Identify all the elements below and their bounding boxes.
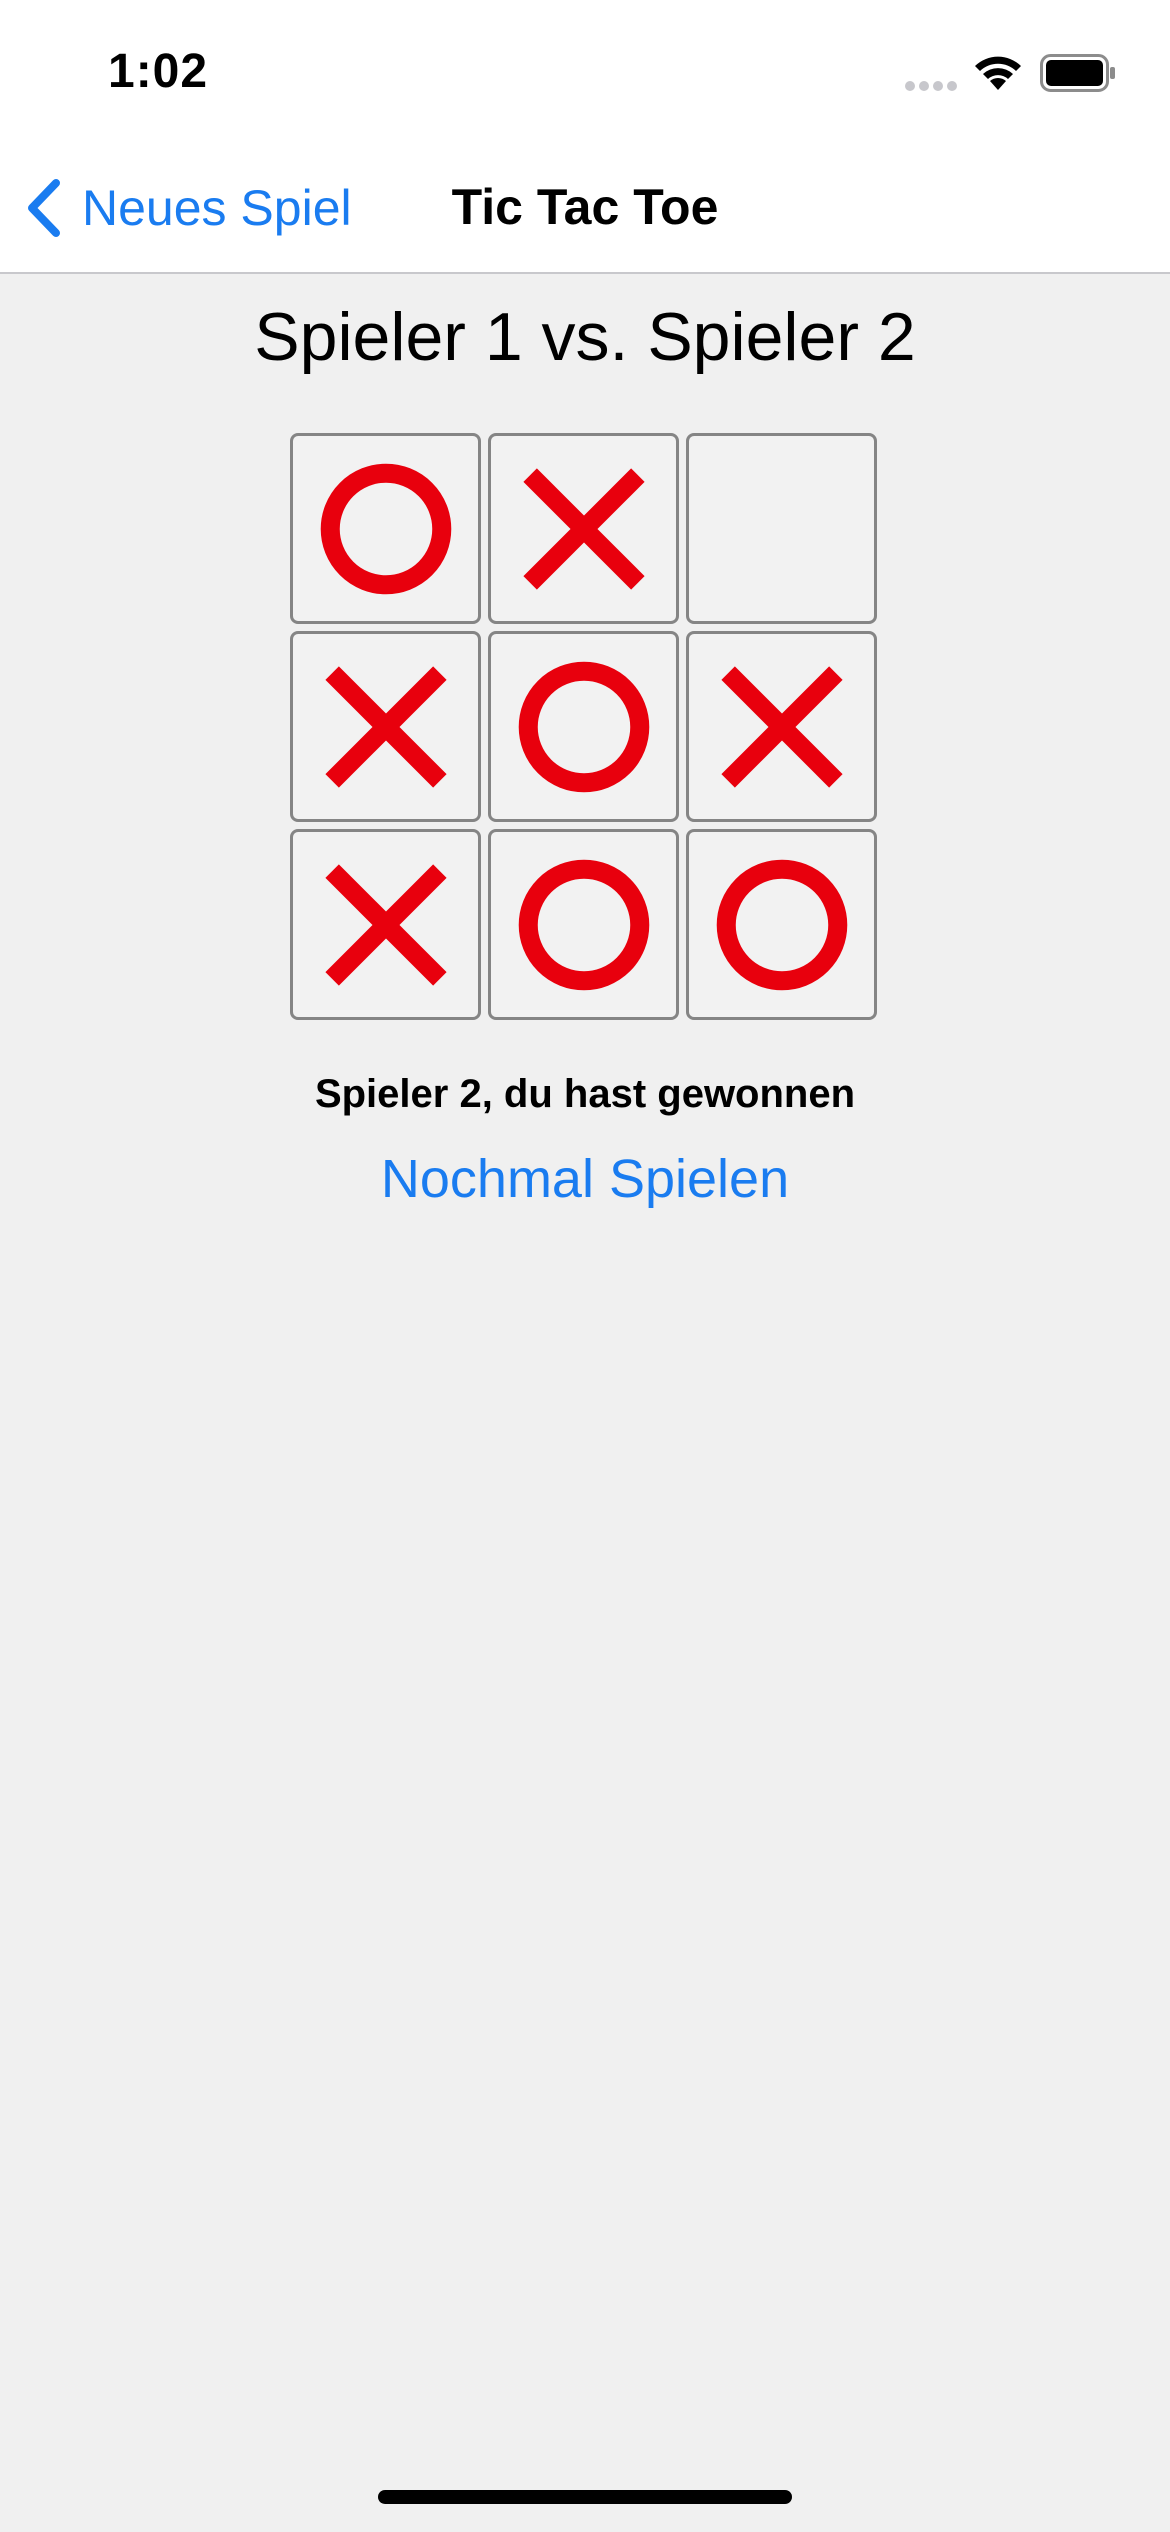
- battery-icon: [1040, 54, 1115, 92]
- x-mark-icon: [720, 665, 843, 788]
- result-message: Spieler 2, du hast gewonnen: [314, 1072, 856, 1116]
- status-bar: 1:02: [0, 0, 1170, 140]
- o-mark-icon: [518, 661, 649, 792]
- matchup-title: Spieler 1 vs. Spieler 2: [254, 299, 916, 375]
- board-cell[interactable]: [686, 829, 877, 1020]
- o-mark-icon: [320, 463, 451, 594]
- board-cell[interactable]: [686, 433, 877, 624]
- play-again-button[interactable]: Nochmal Spielen: [0, 1148, 1170, 1210]
- board-cell[interactable]: [488, 433, 679, 624]
- board-cell[interactable]: [290, 631, 481, 822]
- signal-icon: [905, 81, 957, 91]
- board-cell[interactable]: [488, 631, 679, 822]
- x-mark-icon: [324, 863, 447, 986]
- board-cell[interactable]: [290, 829, 481, 1020]
- board-cell[interactable]: [290, 433, 481, 624]
- board-cell[interactable]: [686, 631, 877, 822]
- home-indicator: [378, 2490, 792, 2504]
- status-time: 1:02: [108, 45, 209, 98]
- x-mark-icon: [522, 467, 645, 590]
- wifi-icon: [975, 56, 1021, 90]
- navigation-bar: Neues Spiel Tic Tac Toe: [0, 140, 1170, 274]
- page-title: Tic Tac Toe: [451, 179, 719, 235]
- o-mark-icon: [518, 859, 649, 990]
- game-board: [290, 433, 880, 1023]
- o-mark-icon: [716, 859, 847, 990]
- board-cell[interactable]: [488, 829, 679, 1020]
- x-mark-icon: [324, 665, 447, 788]
